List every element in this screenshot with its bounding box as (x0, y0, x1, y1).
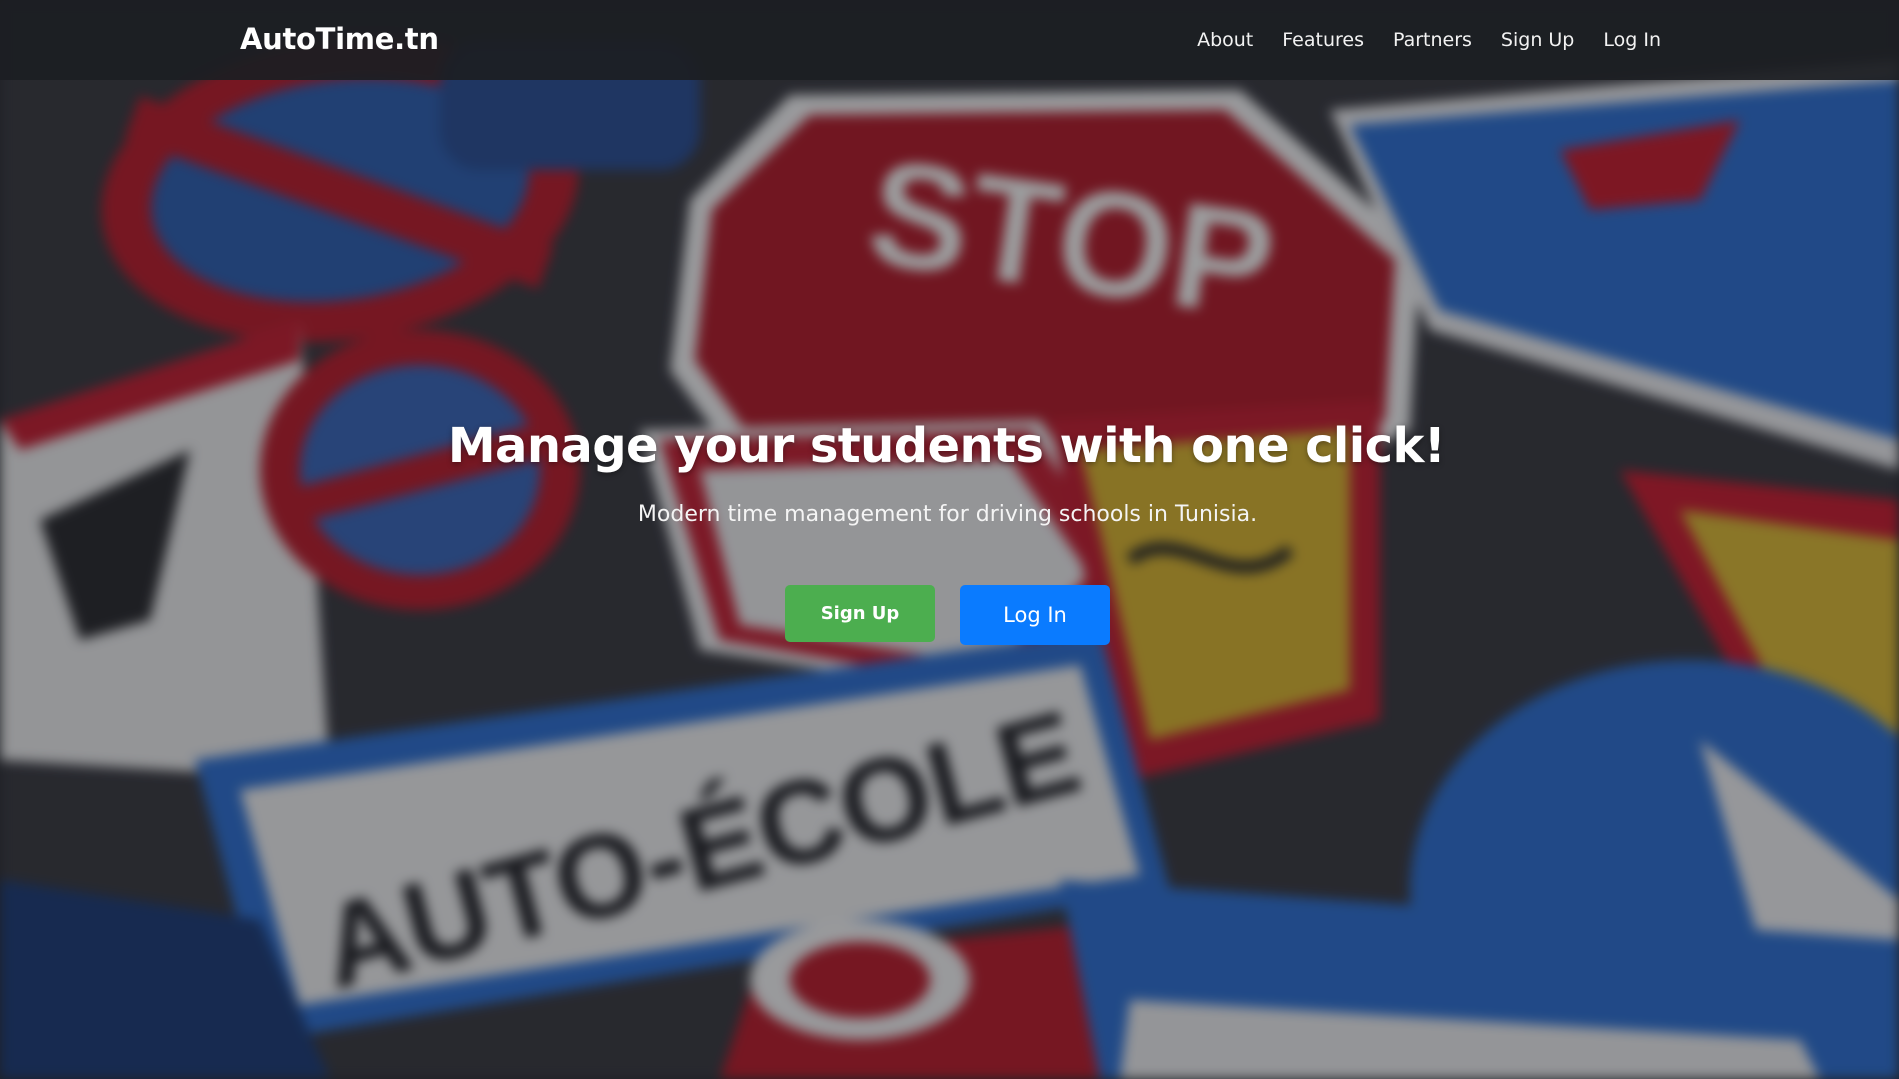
hero-subline: Modern time management for driving schoo… (637, 502, 1258, 527)
hero-section: STOP AUTO-ÉCOLE AutoTime.tn About Featur… (0, 0, 1899, 1079)
hero-content: Manage your students with one click! Mod… (0, 418, 1899, 645)
hero-buttons: Sign Up Log In (0, 585, 1897, 645)
nav-link-features[interactable]: Features (1282, 29, 1364, 51)
brand-logo-link[interactable]: AutoTime.tn (240, 22, 439, 56)
nav-link-sign-up[interactable]: Sign Up (1501, 29, 1574, 51)
nav-link-log-in[interactable]: Log In (1603, 29, 1661, 51)
hero-headline: Manage your students with one click! (447, 418, 1446, 474)
nav-link-partners[interactable]: Partners (1393, 29, 1472, 51)
top-navbar: AutoTime.tn About Features Partners Sign… (0, 0, 1899, 80)
nav-links: About Features Partners Sign Up Log In (1197, 29, 1661, 51)
sign-up-button[interactable]: Sign Up (785, 585, 935, 642)
log-in-button[interactable]: Log In (960, 585, 1110, 645)
nav-link-about[interactable]: About (1197, 29, 1253, 51)
